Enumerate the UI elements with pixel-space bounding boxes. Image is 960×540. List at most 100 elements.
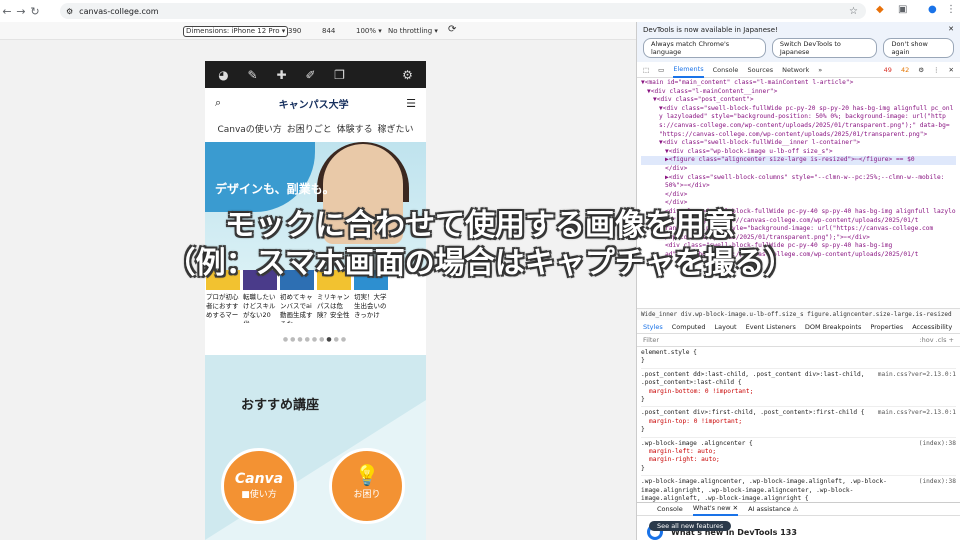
dom-node[interactable]: ▼<div class="swell-block-fullWide pc-py-… — [641, 105, 956, 114]
styles-filter[interactable]: Filter :hov .cls + — [637, 334, 960, 347]
plus-icon[interactable]: ✚ — [267, 68, 296, 82]
reload-icon[interactable]: ↻ — [28, 5, 42, 18]
dom-node[interactable]: </div> — [641, 191, 956, 200]
width-input[interactable]: 390 — [288, 27, 301, 35]
css-source-link[interactable]: (index):38 — [919, 478, 956, 486]
css-rule[interactable]: .wp-block-image .aligncenter { (index):38… — [641, 440, 956, 477]
device-toolbar: Dimensions: iPhone 12 Pro ▾ 390 844 100%… — [0, 22, 636, 40]
dom-node[interactable]: s://canvas-college.com/wp-content/upload… — [641, 122, 956, 131]
dom-node[interactable]: "https://canvas-college.com/wp-content/u… — [641, 131, 956, 140]
css-rule[interactable]: .wp-block-image.aligncenter, .wp-block-i… — [641, 478, 956, 502]
canva-toolbar: ◕ ✎ ✚ ✐ ❐ ⚙ — [205, 61, 426, 88]
menu-item[interactable]: Canvaの使い方 — [217, 122, 281, 135]
match-language-button[interactable]: Always match Chrome's language — [643, 38, 766, 58]
course-circle-canva[interactable]: Canva ■使い方 — [221, 448, 297, 524]
site-info-icon[interactable]: ⚙ — [66, 7, 73, 16]
tab-dom-breakpoints[interactable]: DOM Breakpoints — [805, 323, 862, 331]
device-icon[interactable]: ▭ — [658, 66, 664, 74]
brush-icon[interactable]: ✎ — [238, 68, 267, 82]
css-rules[interactable]: element.style {} .post_content dd>:last-c… — [637, 347, 960, 502]
close-icon[interactable]: ✕ — [948, 25, 954, 33]
dom-node[interactable]: ▼<main id="main_content" class="l-mainCo… — [641, 79, 956, 88]
tab-event-listeners[interactable]: Event Listeners — [746, 323, 796, 331]
dom-node[interactable]: ▼<div class="wp-block-image u-lb-off siz… — [641, 148, 956, 157]
address-bar[interactable]: ⚙ canvas-college.com ☆ — [60, 3, 866, 19]
css-property[interactable]: margin-left: auto; — [641, 448, 956, 456]
dom-node[interactable]: ▼<div class="swell-block-fullWide__inner… — [641, 139, 956, 148]
css-source-link[interactable]: main.css?ver=2.13.0:1 — [878, 371, 956, 379]
extension-icon[interactable]: ◆ — [876, 4, 884, 15]
rotate-icon[interactable]: ⟳ — [448, 24, 456, 35]
inspect-icon[interactable]: ⬚ — [643, 66, 649, 74]
menu-item[interactable]: 稼ぎたい — [378, 122, 414, 135]
dom-node[interactable]: ▼<div class="post_content"> — [641, 96, 956, 105]
switch-japanese-button[interactable]: Switch DevTools to Japanese — [771, 38, 878, 58]
forward-icon[interactable]: → — [14, 5, 28, 18]
tab-styles[interactable]: Styles — [643, 323, 663, 331]
hamburger-icon[interactable]: ☰ — [406, 97, 416, 110]
menu-item[interactable]: 体験する — [337, 122, 373, 135]
css-property[interactable]: margin-right: auto; — [641, 456, 956, 464]
tab-sources[interactable]: Sources — [747, 66, 773, 74]
tab-console[interactable]: Console — [713, 66, 739, 74]
dom-node[interactable]: y lazyloaded" style="background-position… — [641, 113, 956, 122]
css-property[interactable]: margin-bottom: 0 !important; — [641, 388, 956, 396]
tab-network[interactable]: Network — [782, 66, 809, 74]
dom-breadcrumb[interactable]: Wide_inner div.wp-block-image.u-lb-off.s… — [637, 308, 960, 320]
tab-elements[interactable]: Elements — [673, 62, 704, 78]
course-circle-help[interactable]: 💡 お困り — [329, 448, 405, 524]
back-icon[interactable]: ← — [0, 5, 14, 18]
carousel-dots[interactable]: ●●●●●●●●● — [205, 336, 426, 343]
height-input[interactable]: 844 — [322, 27, 335, 35]
palette-icon[interactable]: ◕ — [209, 68, 238, 82]
pen-icon[interactable]: ✐ — [296, 68, 325, 82]
close-devtools-icon[interactable]: ✕ — [949, 66, 954, 74]
gear-icon[interactable]: ⚙ — [918, 66, 924, 74]
see-all-features-button[interactable]: See all new features — [649, 521, 732, 531]
warning-count[interactable]: 42 — [901, 66, 909, 74]
dont-show-button[interactable]: Don't show again — [883, 38, 954, 58]
css-rule[interactable]: element.style {} — [641, 349, 956, 369]
tab-properties[interactable]: Properties — [870, 323, 903, 331]
extensions-puzzle-icon[interactable]: ▣ — [898, 4, 907, 15]
filter-tools[interactable]: :hov .cls + — [919, 334, 954, 346]
dom-node[interactable]: ▶<figure class="aligncenter size-large i… — [641, 156, 956, 165]
url-text: canvas-college.com — [79, 6, 159, 16]
dom-node[interactable]: </div> — [641, 199, 956, 208]
dom-node[interactable]: ▶<div class="swell-block-columns" style=… — [641, 174, 956, 183]
throttle-select[interactable]: No throttling ▾ — [388, 27, 438, 35]
zoom-select[interactable]: 100% ▾ — [356, 27, 382, 35]
styles-tabs: Styles Computed Layout Event Listeners D… — [637, 320, 960, 334]
tab-accessibility[interactable]: Accessibility — [912, 323, 952, 331]
profile-icon[interactable]: ● — [928, 4, 937, 15]
hero-text: デザインも、副業も。 — [215, 182, 335, 196]
css-source-link[interactable]: (index):38 — [919, 440, 956, 448]
drawer-tab-ai-assistance[interactable]: AI assistance ⚠ — [748, 505, 799, 513]
filter-input[interactable]: Filter — [643, 334, 659, 346]
error-count[interactable]: 49 — [884, 66, 892, 74]
drawer-tab-console[interactable]: Console — [657, 505, 683, 513]
lightbulb-icon: 💡 — [354, 463, 380, 487]
bookmark-star-icon[interactable]: ☆ — [849, 6, 858, 17]
tab-layout[interactable]: Layout — [715, 323, 737, 331]
css-rule[interactable]: .post_content div>:first-child, .post_co… — [641, 409, 956, 438]
css-source-link[interactable]: main.css?ver=2.13.0:1 — [878, 409, 956, 417]
tab-computed[interactable]: Computed — [672, 323, 706, 331]
css-property[interactable]: margin-top: 0 !important; — [641, 418, 956, 426]
drawer-tab-whats-new[interactable]: What's new ✕ — [692, 502, 739, 516]
site-logo[interactable]: キャンパス大学 — [279, 96, 349, 111]
more-tabs-icon[interactable]: » — [818, 66, 822, 74]
device-dimensions-select[interactable]: Dimensions: iPhone 12 Pro ▾ — [183, 26, 289, 37]
menu-kebab-icon[interactable]: ⋮ — [946, 4, 956, 15]
search-icon[interactable]: ⌕ — [215, 96, 221, 110]
dom-node[interactable]: 50%">⋯</div> — [641, 182, 956, 191]
layers-icon[interactable]: ❐ — [325, 68, 354, 82]
dom-node[interactable]: ▼<div class="l-mainContent__inner"> — [641, 88, 956, 97]
settings-icon[interactable]: ⚙ — [393, 68, 422, 82]
dom-node[interactable]: </div> — [641, 165, 956, 174]
kebab-icon[interactable]: ⋮ — [933, 66, 940, 74]
menu-item[interactable]: お困りごと — [287, 122, 332, 135]
notice-text: DevTools is now available in Japanese! — [643, 26, 778, 34]
css-rule[interactable]: .post_content dd>:last-child, .post_cont… — [641, 371, 956, 408]
css-selector: .wp-block-image .aligncenter { — [641, 439, 753, 447]
